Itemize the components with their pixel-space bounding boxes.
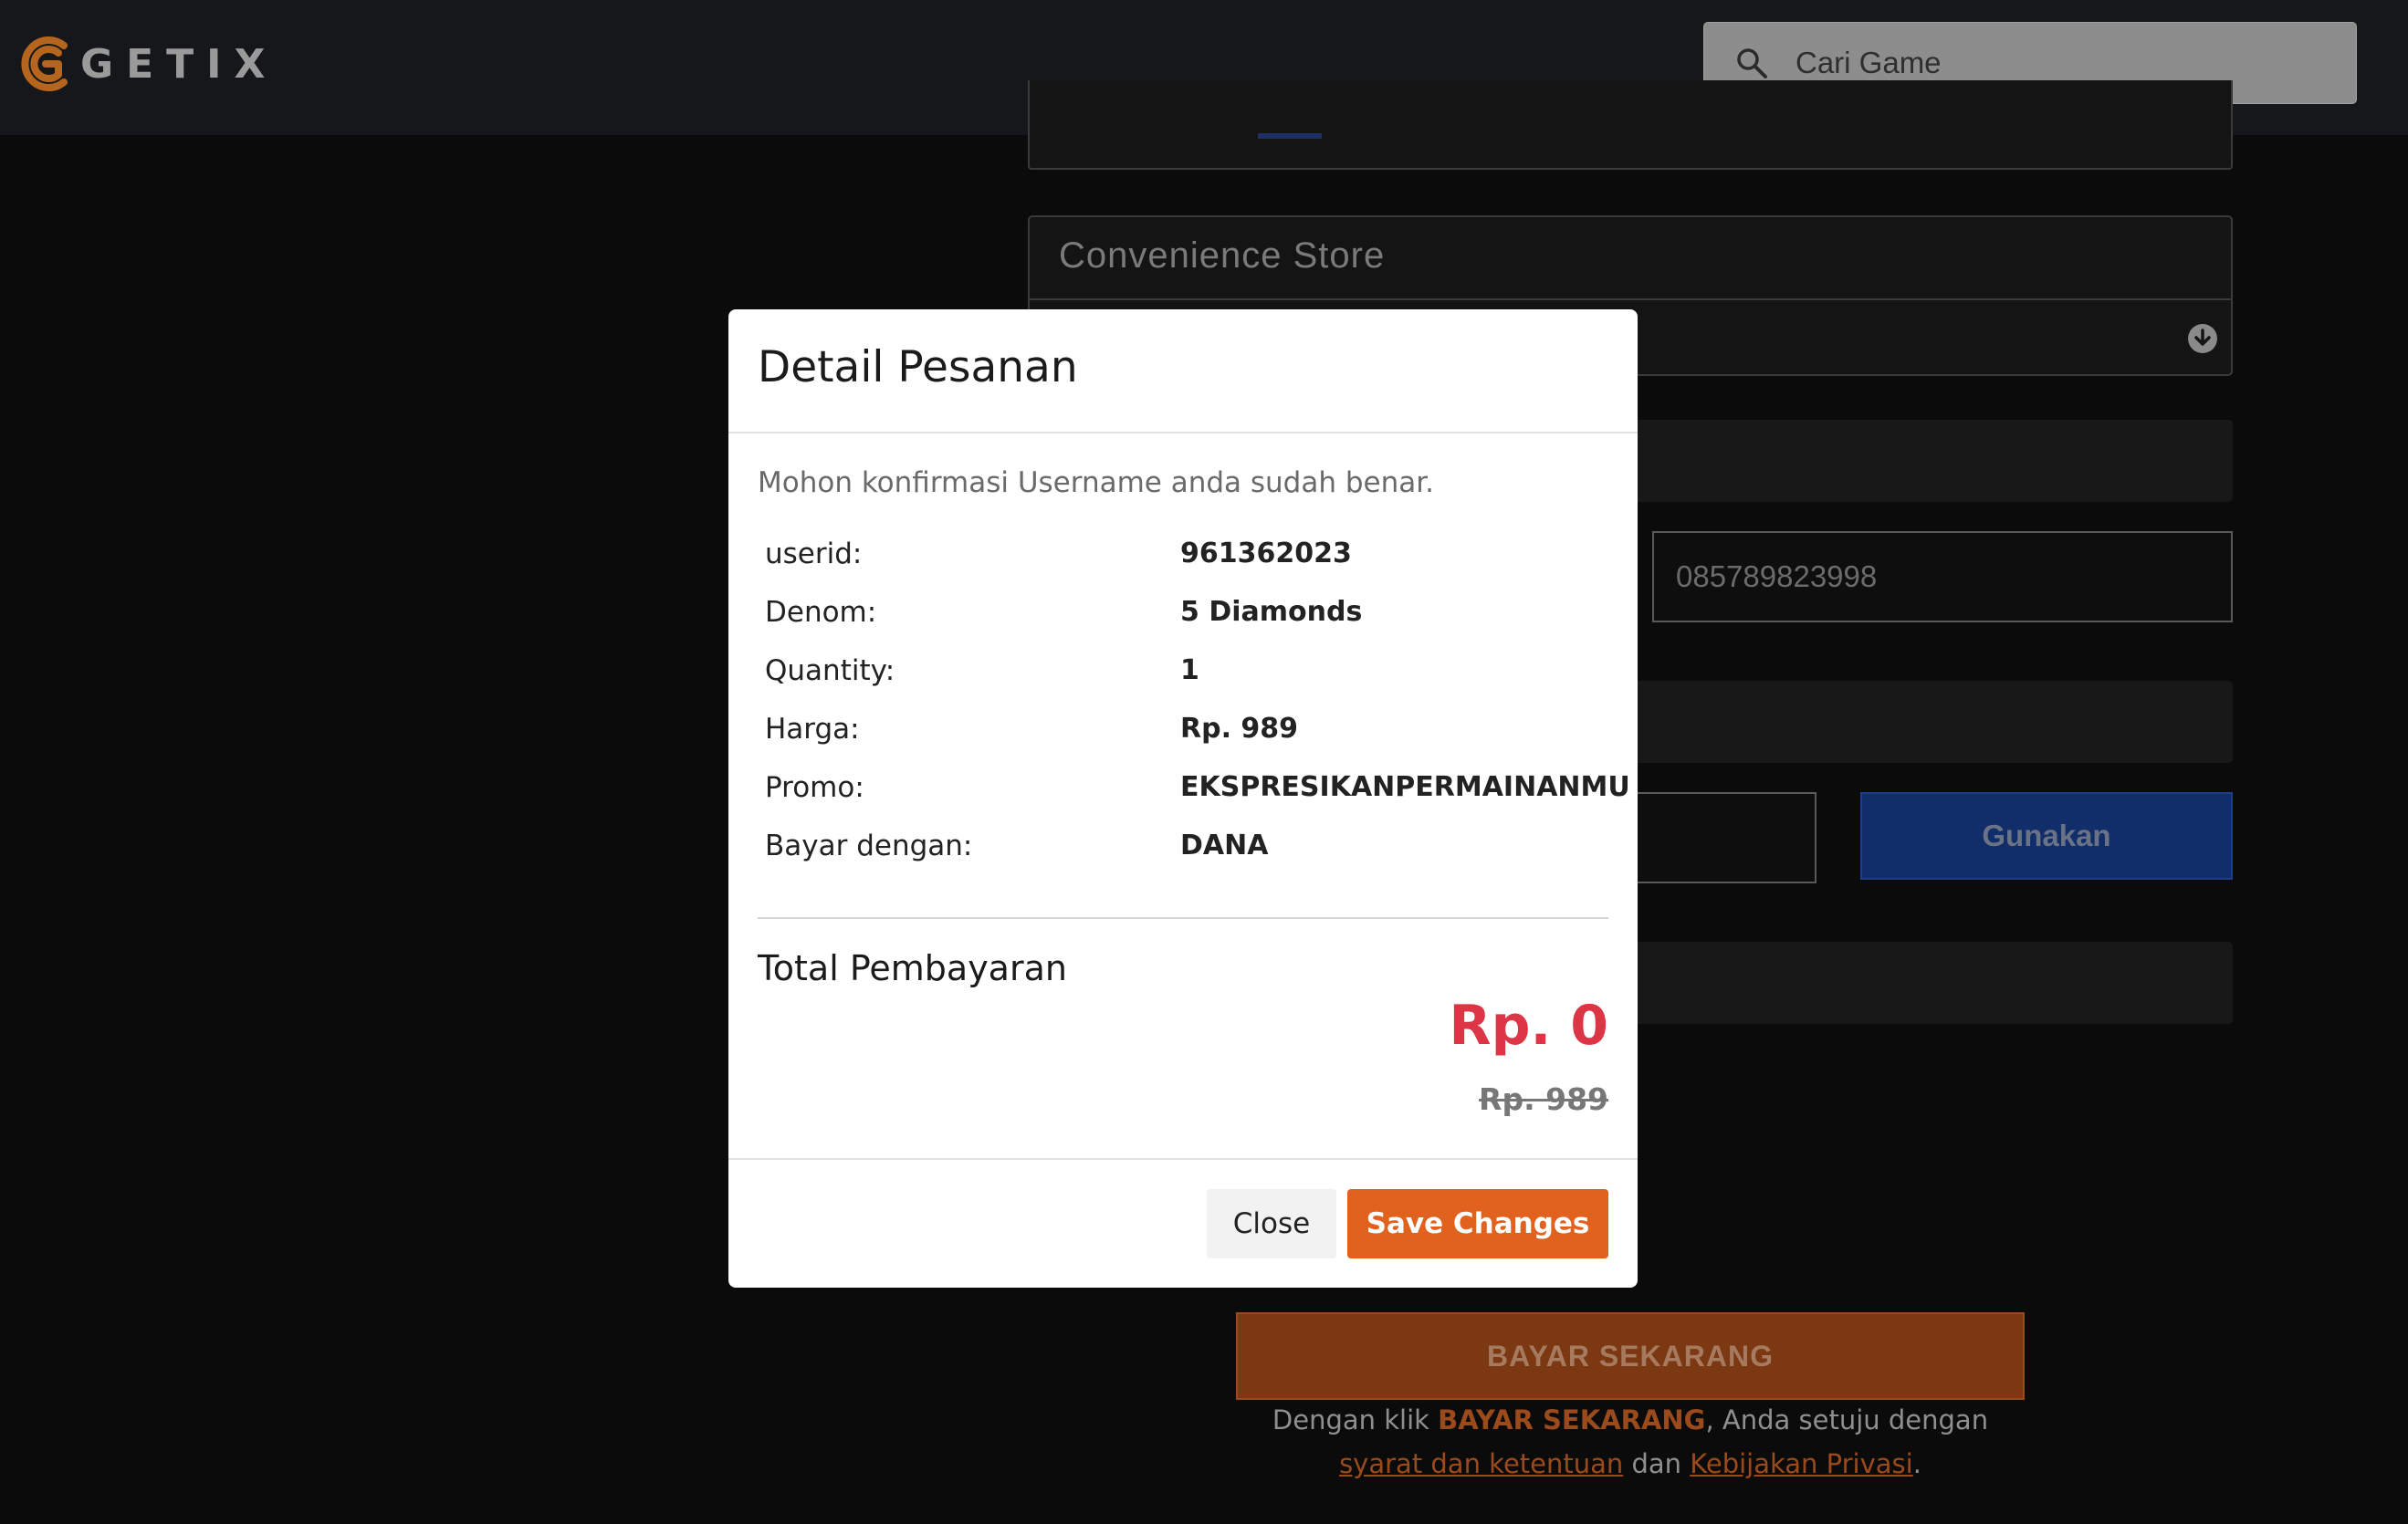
- brand-name: GETIX: [80, 40, 278, 88]
- confirmation-note: Mohon konfirmasi Username anda sudah ben…: [758, 466, 1435, 499]
- modal-footer: Close Save Changes: [728, 1158, 1638, 1288]
- detail-value: 1: [1180, 654, 1199, 686]
- detail-row-price: Harga: Rp. 989: [765, 705, 1605, 764]
- detail-row-userid: userid: 961362023: [765, 530, 1605, 589]
- detail-label: Bayar dengan:: [765, 830, 973, 862]
- order-detail-modal: Detail Pesanan Mohon konfirmasi Username…: [728, 309, 1638, 1288]
- detail-row-payment-method: Bayar dengan: DANA: [765, 822, 1605, 881]
- original-price-strikethrough: Rp. 989: [1479, 1081, 1608, 1117]
- detail-label: Denom:: [765, 596, 877, 629]
- detail-value: 5 Diamonds: [1180, 596, 1363, 628]
- modal-header: Detail Pesanan: [728, 309, 1638, 433]
- detail-label: userid:: [765, 538, 863, 570]
- close-button[interactable]: Close: [1207, 1189, 1336, 1258]
- detail-row-promo: Promo: EKSPRESIKANPERMAINANMU: [765, 764, 1630, 822]
- detail-row-denom: Denom: 5 Diamonds: [765, 589, 1605, 647]
- detail-value: Rp. 989: [1180, 713, 1299, 745]
- search-icon: [1737, 48, 1767, 78]
- total-divider: [758, 917, 1608, 919]
- detail-row-quantity: Quantity: 1: [765, 647, 1605, 705]
- detail-value: DANA: [1180, 830, 1269, 861]
- detail-value: EKSPRESIKANPERMAINANMU: [1180, 771, 1630, 803]
- detail-label: Promo:: [765, 771, 864, 804]
- detail-label: Quantity:: [765, 654, 895, 687]
- order-detail-table: userid: 961362023 Denom: 5 Diamonds Quan…: [765, 530, 1630, 881]
- total-payment-amount: Rp. 0: [1449, 994, 1608, 1058]
- modal-title: Detail Pesanan: [758, 342, 1078, 392]
- detail-label: Harga:: [765, 713, 860, 746]
- save-changes-button[interactable]: Save Changes: [1347, 1189, 1608, 1258]
- brand-logo-icon: [21, 37, 68, 91]
- brand-logo[interactable]: GETIX: [16, 29, 277, 99]
- total-payment-title: Total Pembayaran: [758, 948, 1067, 988]
- detail-value: 961362023: [1180, 538, 1352, 569]
